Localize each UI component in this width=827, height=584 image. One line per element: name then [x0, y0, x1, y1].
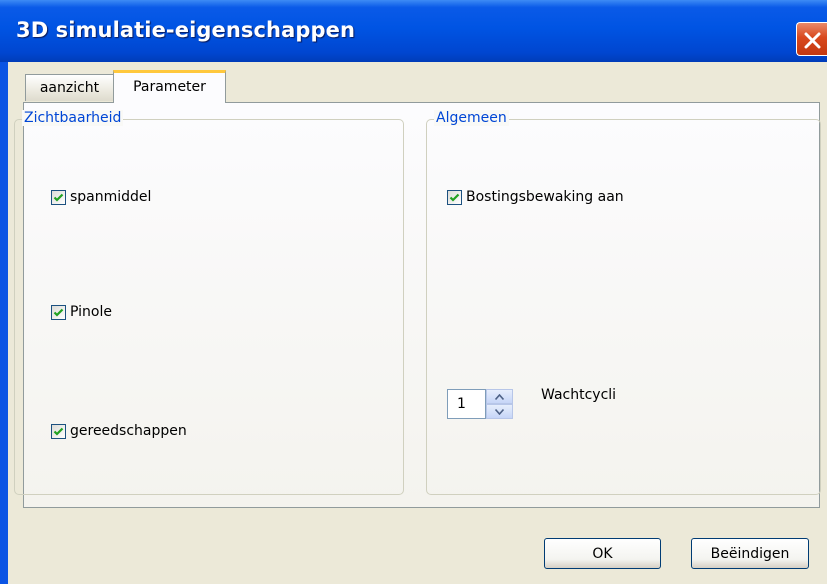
spinner-buttons [486, 389, 513, 419]
wait-cycles-label: Wachtcycli [541, 387, 617, 403]
checkbox-pinole[interactable]: Pinole [51, 304, 112, 320]
checkbox-label: Bostingsbewaking aan [466, 189, 624, 205]
tab-aanzicht[interactable]: aanzicht [25, 74, 114, 101]
group-algemeen: Algemeen [426, 110, 821, 495]
checkbox-label: spanmiddel [70, 189, 152, 205]
checkbox-box[interactable] [51, 423, 66, 439]
close-icon [804, 32, 821, 49]
ok-button[interactable]: OK [544, 538, 661, 569]
checkmark-icon [53, 308, 64, 317]
wait-cycles-input[interactable]: 1 [447, 389, 486, 419]
checkmark-icon [449, 193, 460, 202]
checkbox-spanmiddel[interactable]: spanmiddel [51, 189, 151, 205]
group-zichtbaarheid-legend: Zichtbaarheid [22, 110, 124, 126]
checkbox-gereedschappen[interactable]: gereedschappen [51, 423, 187, 439]
group-algemeen-legend: Algemeen [434, 110, 509, 126]
window-title: 3D simulatie-eigenschappen [16, 18, 356, 42]
arrow-down-icon [495, 409, 504, 415]
wait-cycles-spinner[interactable]: 1 [447, 389, 513, 419]
checkmark-icon [53, 427, 64, 436]
checkbox-label: Pinole [70, 304, 112, 320]
title-bar[interactable]: 3D simulatie-eigenschappen [0, 0, 827, 62]
spin-up-button[interactable] [486, 389, 513, 404]
checkmark-icon [53, 193, 64, 202]
exit-button[interactable]: Beëindigen [691, 538, 809, 569]
checkbox-collision-monitoring[interactable]: Bostingsbewaking aan [447, 189, 624, 205]
arrow-up-icon [495, 394, 504, 400]
tab-parameter[interactable]: Parameter [113, 70, 226, 103]
checkbox-box[interactable] [51, 304, 66, 320]
checkbox-box[interactable] [447, 189, 462, 205]
checkbox-label: gereedschappen [70, 423, 187, 439]
spin-down-button[interactable] [486, 404, 513, 419]
dialog-window: 3D simulatie-eigenschappen aanzicht Para… [0, 0, 827, 584]
checkbox-box[interactable] [51, 189, 66, 205]
close-button[interactable] [796, 22, 827, 56]
dialog-body: aanzicht Parameter Zichtbaarheid Algemee… [8, 62, 827, 584]
